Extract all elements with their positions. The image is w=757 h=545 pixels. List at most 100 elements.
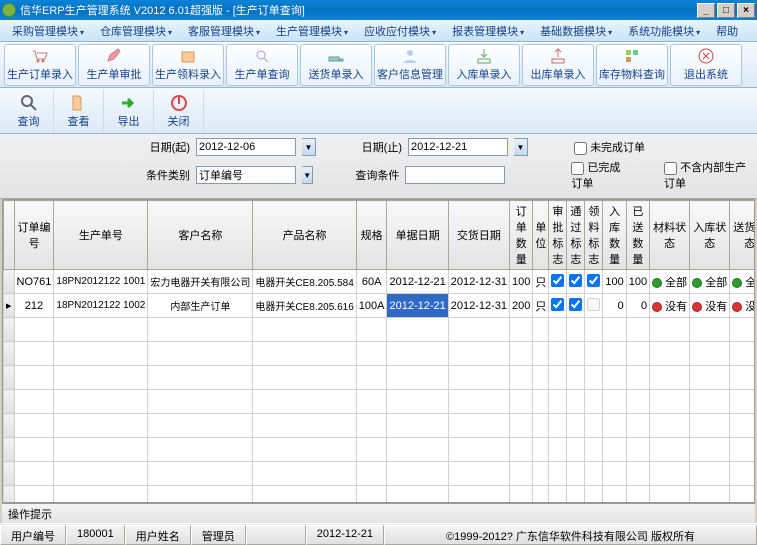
menu-ar-ap[interactable]: 应收应付模块▾ (356, 21, 444, 41)
status-dot-icon (732, 302, 742, 312)
col-header[interactable]: 入库状态 (690, 201, 730, 270)
data-grid[interactable]: 订单编号生产单号客户名称产品名称规格单据日期交货日期订单数量单位审批标志通过标志… (2, 199, 755, 503)
col-header[interactable]: 入库数量 (603, 201, 626, 270)
cell-ship (585, 270, 603, 294)
col-header[interactable]: 通过标志 (567, 201, 585, 270)
cell-order: 212 (14, 294, 54, 318)
btn-material-entry[interactable]: 生产领料录入 (152, 44, 224, 86)
filter-panel: 日期(起) ▼ 日期(止) ▼ 未完成订单 条件类别 ▼ 查询条件 已完成订单 … (0, 134, 757, 199)
cell-sentqty: 100 (626, 270, 649, 294)
minimize-button[interactable]: _ (697, 3, 715, 18)
col-header[interactable]: 送货状态 (730, 201, 755, 270)
col-header[interactable]: 订单数量 (510, 201, 533, 270)
date-to-input[interactable] (408, 138, 508, 156)
col-header[interactable]: 单据日期 (387, 201, 448, 270)
menu-reports[interactable]: 报表管理模块▾ (444, 21, 532, 41)
col-header[interactable]: 材料状态 (650, 201, 690, 270)
chk-finished[interactable] (571, 162, 584, 175)
btn-order-approve[interactable]: 生产单审批 (78, 44, 150, 86)
btn-stock-query[interactable]: 库存物料查询 (596, 44, 668, 86)
menu-warehouse[interactable]: 仓库管理模块▾ (92, 21, 180, 41)
table-row[interactable]: NO76118PN2012122 1001宏力电器开关有限公司电器开关CE8.2… (4, 270, 756, 294)
table-row-empty (4, 414, 756, 438)
col-header[interactable]: 订单编号 (14, 201, 54, 270)
menu-help[interactable]: 帮助 (708, 21, 746, 41)
row-pointer (4, 270, 15, 294)
grid-checkbox[interactable] (587, 274, 600, 287)
btn-customer-mgmt[interactable]: 客户信息管理 (374, 44, 446, 86)
btn-order-query[interactable]: 生产单查询 (226, 44, 298, 86)
grid-checkbox[interactable] (587, 298, 600, 311)
btn-order-entry[interactable]: 生产订单录入 (4, 44, 76, 86)
box-icon (179, 47, 197, 65)
cell-spec: 100A (356, 294, 387, 318)
cell-prod: 18PN2012122 1001 (54, 270, 148, 294)
btn-close[interactable]: 关闭 (154, 90, 204, 132)
window-title: 信华ERP生产管理系统 V2012 6.01超强版 - [生产订单查询] (20, 2, 697, 18)
status-username-label: 用户姓名 (125, 525, 191, 545)
btn-outbound-entry[interactable]: 出库单录入 (522, 44, 594, 86)
cell-pass (567, 270, 585, 294)
cell-sentqty: 0 (626, 294, 649, 318)
col-header[interactable]: 审批标志 (549, 201, 567, 270)
menu-basic-data[interactable]: 基础数据模块▾ (532, 21, 620, 41)
table-row-empty (4, 366, 756, 390)
cell-cust: 内部生产订单 (148, 294, 253, 318)
tip-bar: 操作提示 (2, 503, 755, 523)
col-header[interactable]: 规格 (356, 201, 387, 270)
col-header[interactable]: 产品名称 (253, 201, 356, 270)
cond-type-label: 条件类别 (130, 167, 190, 183)
cond-type-drop[interactable]: ▼ (302, 166, 313, 184)
btn-export[interactable]: 导出 (104, 90, 154, 132)
titlebar: 信华ERP生产管理系统 V2012 6.01超强版 - [生产订单查询] _ □… (0, 0, 757, 20)
magnifier-icon (19, 93, 39, 113)
cell-docdate: 2012-12-21 (387, 294, 448, 318)
col-header[interactable]: 单位 (533, 201, 549, 270)
date-from-picker[interactable]: ▼ (302, 138, 316, 156)
cell-ship (585, 294, 603, 318)
date-from-input[interactable] (196, 138, 296, 156)
btn-view[interactable]: 查看 (54, 90, 104, 132)
cell-mat: 没有 (650, 294, 690, 318)
btn-delivery-entry[interactable]: 送货单录入 (300, 44, 372, 86)
menu-cs[interactable]: 客服管理模块▾ (180, 21, 268, 41)
col-header[interactable]: 交货日期 (448, 201, 509, 270)
grid-checkbox[interactable] (551, 298, 564, 311)
col-header[interactable]: 客户名称 (148, 201, 253, 270)
chk-exclude-internal[interactable] (664, 162, 677, 175)
row-pointer: ▸ (4, 294, 15, 318)
grid-checkbox[interactable] (569, 298, 582, 311)
close-button[interactable]: × (737, 3, 755, 18)
cell-name: 电器开关CE8.205.584 (253, 270, 356, 294)
btn-inbound-entry[interactable]: 入库单录入 (448, 44, 520, 86)
cell-qty: 200 (510, 294, 533, 318)
cell-prod: 18PN2012122 1002 (54, 294, 148, 318)
cell-qty: 100 (510, 270, 533, 294)
cell-name: 电器开关CE8.205.616 (253, 294, 356, 318)
grid-checkbox[interactable] (569, 274, 582, 287)
window-buttons: _ □ × (697, 3, 755, 18)
btn-query[interactable]: 查询 (4, 90, 54, 132)
col-header[interactable]: 领料标志 (585, 201, 603, 270)
exit-icon (697, 47, 715, 65)
pen-icon (105, 47, 123, 65)
menu-production[interactable]: 生产管理模块▾ (268, 21, 356, 41)
col-header[interactable]: 已送数量 (626, 201, 649, 270)
query-cond-input[interactable] (405, 166, 505, 184)
btn-exit[interactable]: 退出系统 (670, 44, 742, 86)
status-userno-label: 用户编号 (0, 525, 66, 545)
date-to-picker[interactable]: ▼ (514, 138, 528, 156)
cell-pass (567, 294, 585, 318)
table-row-empty (4, 462, 756, 486)
maximize-button[interactable]: □ (717, 3, 735, 18)
grid-checkbox[interactable] (551, 274, 564, 287)
col-header[interactable]: 生产单号 (54, 201, 148, 270)
menu-purchase[interactable]: 采购管理模块▾ (4, 21, 92, 41)
app-icon (2, 3, 16, 17)
row-pointer-header (4, 201, 15, 270)
table-row[interactable]: ▸21218PN2012122 1002内部生产订单电器开关CE8.205.61… (4, 294, 756, 318)
menu-system[interactable]: 系统功能模块▾ (620, 21, 708, 41)
cart-icon (31, 47, 49, 65)
chk-unfinished[interactable] (574, 142, 587, 155)
cond-type-select[interactable] (196, 166, 296, 184)
